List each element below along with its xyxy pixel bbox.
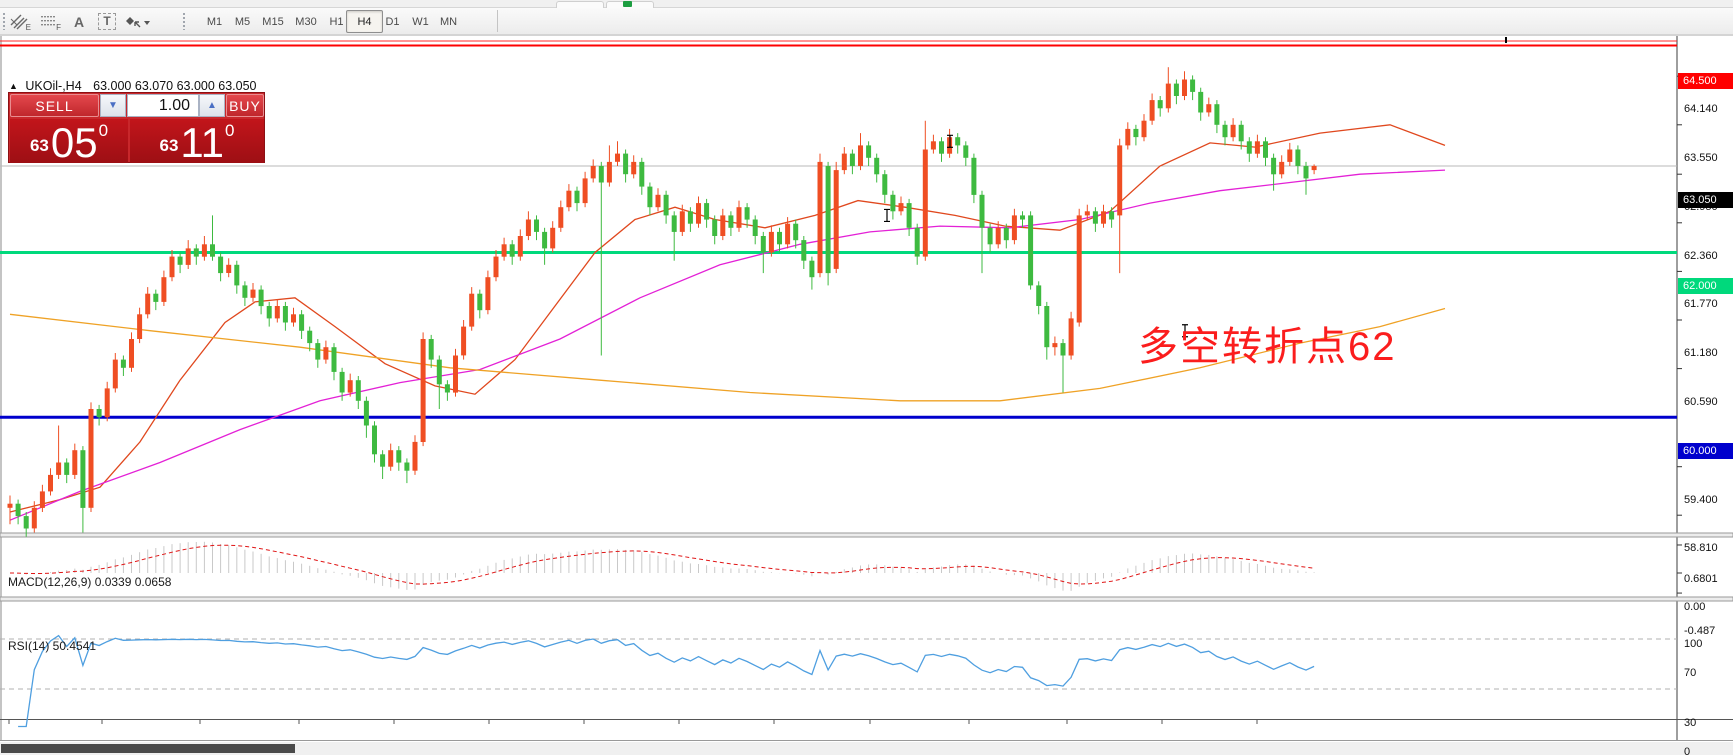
toolbar-drag-handle[interactable]	[182, 12, 186, 30]
pane-separator[interactable]	[0, 532, 1733, 538]
rsi-scale-label: 70	[1684, 667, 1697, 679]
price-badge-62.000: 62.000	[1678, 278, 1733, 295]
tool-badge: E	[25, 23, 31, 32]
sell-price-sup: 0	[98, 121, 109, 140]
rsi-label: RSI(14) 50.4541	[8, 639, 97, 653]
pattern-hatch-tool[interactable]: E	[6, 10, 32, 33]
chart-window[interactable]: ▲ UKOil-,H4 63.000 63.070 63.000 63.050 …	[0, 34, 1733, 755]
volume-decrease-button[interactable]: ▼	[100, 94, 126, 117]
buy-price-prefix: 63	[159, 136, 179, 155]
price-tick-label: 61.180	[1684, 347, 1718, 360]
tool-badge: F	[56, 23, 61, 32]
green-indicator-icon	[623, 1, 632, 7]
price-badge-63.050: 63.050	[1678, 192, 1733, 208]
chart-annotation-text: 多空转折点62	[1138, 325, 1397, 369]
top-toolbar-sliver	[0, 0, 1733, 8]
trade-controls-row: SELL ▼ ▲ BUY	[9, 93, 264, 118]
price-tick-label: 58.810	[1684, 542, 1718, 555]
price-tick-label: 62.360	[1684, 249, 1718, 262]
mt4-window: EFAT M1 M5 M15 M30 H1 H4 D1 W1 MN ▲ UKOil-,H4 63…	[0, 0, 1733, 755]
sell-button[interactable]: SELL	[10, 94, 99, 117]
symbol-period-label: UKOil-,H4	[25, 79, 82, 93]
rsi-scale-label: 0	[1684, 746, 1691, 755]
macd-scale-label: -0.487	[1684, 625, 1716, 638]
buy-button[interactable]: BUY	[226, 94, 264, 117]
fibo-grid-tool[interactable]: F	[36, 10, 62, 33]
buy-price-main: 11	[180, 119, 225, 166]
h-scrollbar-thumb[interactable]	[1, 744, 295, 753]
toolbar-separator	[497, 10, 498, 32]
pane-separator[interactable]	[0, 596, 1733, 602]
buy-price-display[interactable]: 63 11 0	[130, 119, 264, 166]
rsi-scale-label: 100	[1684, 638, 1703, 650]
price-badge-60.000: 60.000	[1678, 443, 1733, 460]
collapse-triangle-icon[interactable]: ▲	[9, 81, 18, 91]
timeframe-button-mn[interactable]: MN	[430, 10, 467, 33]
buy-price-sup: 0	[225, 121, 235, 140]
ohlc-values: 63.000 63.070 63.000 63.050	[93, 79, 257, 93]
text-label-tool[interactable]: A	[66, 10, 92, 33]
drawing-toolbar: EFAT M1 M5 M15 M30 H1 H4 D1 W1 MN	[0, 8, 1733, 35]
price-tick-label: 61.770	[1684, 298, 1718, 311]
volume-input[interactable]	[127, 94, 199, 117]
price-badge-64.500: 64.500	[1678, 72, 1733, 89]
sell-price-display[interactable]: 63 05 0	[10, 119, 128, 166]
macd-label: MACD(12,26,9) 0.0339 0.0658	[8, 575, 172, 589]
price-tick-label: 63.550	[1684, 151, 1718, 164]
price-tick-label: 59.400	[1684, 493, 1718, 506]
sell-price-prefix: 63	[29, 136, 49, 155]
macd-scale-label: 0.00	[1684, 601, 1706, 613]
chart-title: ▲ UKOil-,H4 63.000 63.070 63.000 63.050	[9, 79, 257, 93]
price-tick-label: 64.140	[1684, 103, 1718, 116]
shapes-tool[interactable]	[124, 10, 152, 33]
text-box-tool[interactable]: T	[94, 10, 120, 33]
price-tick-label: 60.590	[1684, 395, 1718, 408]
macd-scale-label: 0.6801	[1684, 572, 1718, 585]
sell-price-main: 05	[50, 119, 98, 166]
volume-increase-button[interactable]: ▲	[199, 94, 225, 117]
one-click-trading-panel: SELL ▼ ▲ BUY 63 05 0 63 11 0	[8, 92, 265, 166]
ghost-button	[556, 1, 604, 8]
rsi-scale-label: 30	[1684, 717, 1697, 729]
